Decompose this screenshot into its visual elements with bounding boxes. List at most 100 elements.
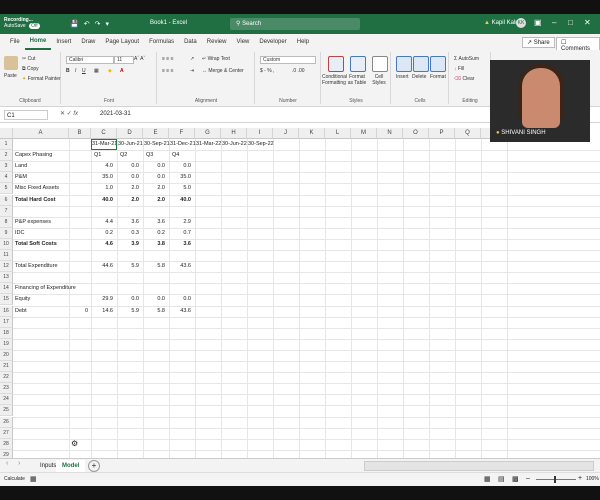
borders-icon[interactable]: ▦ [94, 68, 99, 74]
tab-help[interactable]: Help [292, 34, 314, 50]
autosum-button[interactable]: Σ AutoSum [454, 56, 479, 62]
row-header-12[interactable]: 12 [0, 261, 13, 273]
data-cell[interactable]: 35.0 [169, 174, 191, 180]
column-header-h[interactable]: H [221, 128, 247, 139]
data-cell[interactable]: 2.0 [143, 197, 165, 203]
sheet-nav-next-icon[interactable]: › [18, 460, 20, 467]
selected-cell-c1[interactable] [91, 139, 117, 151]
tab-data[interactable]: Data [179, 34, 202, 50]
tab-view[interactable]: View [231, 34, 254, 50]
row-header-25[interactable]: 25 [0, 405, 13, 417]
merge-center-button[interactable]: ↔ Merge & Center [202, 68, 244, 74]
autosave-toggle[interactable]: Off [29, 23, 40, 29]
data-cell[interactable]: 2.0 [117, 185, 139, 191]
row-header-9[interactable]: 9 [0, 227, 13, 239]
row-header-22[interactable]: 22 [0, 372, 13, 384]
column-header-e[interactable]: E [143, 128, 169, 139]
conditional-formatting-icon[interactable] [328, 56, 344, 72]
format-painter-button[interactable]: ✦ Format Painter [22, 76, 61, 82]
row-header-21[interactable]: 21 [0, 361, 13, 373]
row-label[interactable]: Total Expenditure [15, 263, 58, 269]
search-box[interactable]: ⚲ Search [230, 18, 360, 30]
column-header-o[interactable]: O [403, 128, 429, 139]
column-header-l[interactable]: L [325, 128, 351, 139]
share-button[interactable]: ↗ Share [522, 37, 555, 48]
format-as-table-button[interactable]: Format as Table [346, 74, 368, 86]
zoom-out-icon[interactable]: – [526, 475, 530, 482]
data-cell[interactable]: 40.0 [91, 197, 113, 203]
tab-insert[interactable]: Insert [51, 34, 76, 50]
column-header-g[interactable]: G [195, 128, 221, 139]
row-label[interactable]: Land [15, 163, 27, 169]
align-top-icons[interactable]: ≡ ≡ ≡ [162, 56, 174, 62]
page-layout-view-icon[interactable]: ▤ [498, 475, 505, 483]
data-cell[interactable]: 0.0 [117, 296, 139, 302]
row-header-10[interactable]: 10 [0, 238, 13, 250]
column-header-b[interactable]: B [69, 128, 91, 139]
maximize-icon[interactable]: □ [568, 18, 573, 27]
font-name-select[interactable]: Calibri [66, 56, 114, 64]
data-cell[interactable]: 3.9 [117, 241, 139, 247]
header-date-cell[interactable]: 31-Dec-21 [170, 141, 196, 147]
column-header-q[interactable]: Q [455, 128, 481, 139]
cell-styles-icon[interactable] [372, 56, 388, 72]
accessibility-icon[interactable]: ▦ [30, 475, 37, 483]
row-header-17[interactable]: 17 [0, 316, 13, 328]
row-header-4[interactable]: 4 [0, 172, 13, 184]
header-date-cell[interactable]: 30-Sep-21 [144, 141, 170, 147]
format-cells-icon[interactable] [430, 56, 446, 72]
data-cell[interactable]: 14.6 [91, 308, 113, 314]
row-label[interactable]: IDC [15, 230, 24, 236]
row-header-26[interactable]: 26 [0, 416, 13, 428]
data-cell[interactable]: 2.9 [169, 219, 191, 225]
row-header-28[interactable]: 28 [0, 438, 13, 450]
data-cell[interactable]: 4.4 [91, 219, 113, 225]
copy-button[interactable]: ⧉ Copy [22, 66, 39, 72]
column-header-k[interactable]: K [299, 128, 325, 139]
tab-developer[interactable]: Developer [254, 34, 291, 50]
quarter-label-cell[interactable]: Q3 [146, 152, 153, 158]
header-date-cell[interactable]: 30-Sep-22 [248, 141, 274, 147]
tab-review[interactable]: Review [202, 34, 232, 50]
row-header-18[interactable]: 18 [0, 327, 13, 339]
data-cell[interactable]: 3.6 [169, 241, 191, 247]
header-date-cell[interactable]: 31-Mar-22 [196, 141, 221, 147]
normal-view-icon[interactable]: ▦ [484, 475, 491, 483]
calculate-status[interactable]: Calculate [4, 476, 25, 482]
data-cell[interactable]: 44.6 [91, 263, 113, 269]
data-cell[interactable]: 5.8 [143, 308, 165, 314]
tab-page-layout[interactable]: Page Layout [100, 34, 144, 50]
font-grow-shrink-icons[interactable]: Aˆ Aˇ [134, 56, 145, 62]
data-cell[interactable]: 5.0 [169, 185, 191, 191]
data-cell[interactable]: 0.0 [117, 163, 139, 169]
data-cell[interactable]: 35.0 [91, 174, 113, 180]
insert-button[interactable]: Insert [396, 74, 409, 80]
column-header-p[interactable]: P [429, 128, 455, 139]
customize-qat-icon[interactable]: ▾ [105, 20, 109, 28]
column-header-f[interactable]: F [169, 128, 195, 139]
delete-button[interactable]: Delete [412, 74, 426, 80]
data-cell[interactable]: 0.0 [143, 296, 165, 302]
data-cell[interactable]: 5.9 [117, 263, 139, 269]
format-button[interactable]: Format [430, 74, 446, 80]
column-header-m[interactable]: M [351, 128, 377, 139]
data-cell[interactable]: 29.9 [91, 296, 113, 302]
underline-icon[interactable]: U [82, 68, 86, 74]
header-date-cell[interactable]: 30-Jun-21 [118, 141, 143, 147]
tab-home[interactable]: Home [24, 34, 52, 50]
row-header-7[interactable]: 7 [0, 205, 13, 217]
indent-icon[interactable]: ⇥ [190, 68, 194, 74]
cell-styles-button[interactable]: Cell Styles [370, 74, 388, 86]
fill-color-icon[interactable]: ◆ [108, 68, 112, 74]
row-header-1[interactable]: 1 [0, 139, 13, 151]
column-header-j[interactable]: J [273, 128, 299, 139]
data-cell[interactable]: 2.0 [117, 197, 139, 203]
fill-button[interactable]: ↓ Fill [454, 66, 464, 72]
column-header-i[interactable]: I [247, 128, 273, 139]
name-box[interactable]: C1 [4, 110, 48, 120]
row-label[interactable]: Total Soft Costs [15, 241, 57, 247]
number-format-select[interactable]: Custom [260, 56, 316, 64]
paste-button[interactable]: Paste [4, 73, 17, 79]
data-cell[interactable]: 0.0 [117, 174, 139, 180]
bold-icon[interactable]: B [66, 68, 70, 74]
